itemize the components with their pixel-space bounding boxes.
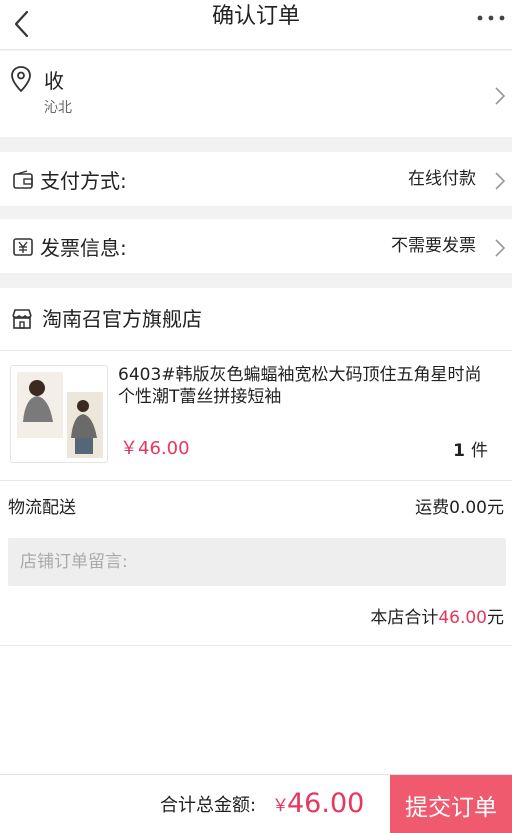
divider <box>0 480 512 481</box>
shop-order-card: 淘南召官方旗舰店 6403#韩版灰色蝙蝠袖宽松大码顶住五角星时尚个性潮T蕾丝拼接… <box>0 288 512 788</box>
invoice-row[interactable]: 发票信息: 不需要发票 <box>0 219 512 273</box>
invoice-value: 不需要发票 <box>391 236 476 256</box>
divider <box>0 350 512 351</box>
store-memo-input[interactable] <box>8 538 506 586</box>
chevron-right-icon <box>495 239 506 257</box>
subtotal-amount: 46.00 <box>438 608 487 628</box>
store-icon <box>12 309 32 329</box>
address-detail: 沁北 <box>44 100 72 116</box>
invoice-yen-icon <box>13 238 33 256</box>
store-subtotal: 本店合计46.00元 <box>370 603 504 628</box>
total-amount: 46.00 <box>287 788 365 819</box>
checkout-bar: 合计总金额: ￥ 46.00 提交订单 <box>0 774 512 833</box>
location-pin-icon <box>11 66 31 93</box>
payment-label: 支付方式: <box>40 169 127 193</box>
divider <box>0 645 512 646</box>
payment-value: 在线付款 <box>408 169 476 189</box>
chevron-right-icon <box>495 87 506 105</box>
product-quantity: 1件 <box>453 436 488 461</box>
quantity-value: 1 <box>453 441 465 461</box>
more-dots-icon[interactable] <box>474 8 508 28</box>
subtotal-suffix: 元 <box>487 608 504 628</box>
product-image[interactable] <box>10 365 108 463</box>
product-price: ￥46.00 <box>120 438 190 459</box>
chevron-right-icon <box>495 172 506 190</box>
payment-method-row[interactable]: 支付方式: 在线付款 <box>0 152 512 206</box>
shipping-address[interactable]: 收 沁北 <box>0 51 512 137</box>
top-nav-bar: 确认订单 <box>0 0 512 50</box>
product-title[interactable]: 6403#韩版灰色蝙蝠袖宽松大码顶住五角星时尚个性潮T蕾丝拼接短袖 <box>118 364 498 408</box>
shipping-label: 物流配送 <box>8 498 76 518</box>
store-name[interactable]: 淘南召官方旗舰店 <box>42 288 202 350</box>
invoice-label: 发票信息: <box>40 236 127 260</box>
submit-order-button[interactable]: 提交订单 <box>390 775 512 833</box>
recipient-name: 收 <box>44 69 64 93</box>
wallet-icon <box>13 170 33 189</box>
page-title: 确认订单 <box>211 4 300 29</box>
shipping-fee: 运费0.00元 <box>415 498 504 518</box>
total-label: 合计总金额: <box>160 795 257 816</box>
quantity-unit: 件 <box>471 441 488 461</box>
subtotal-prefix: 本店合计 <box>370 608 439 628</box>
